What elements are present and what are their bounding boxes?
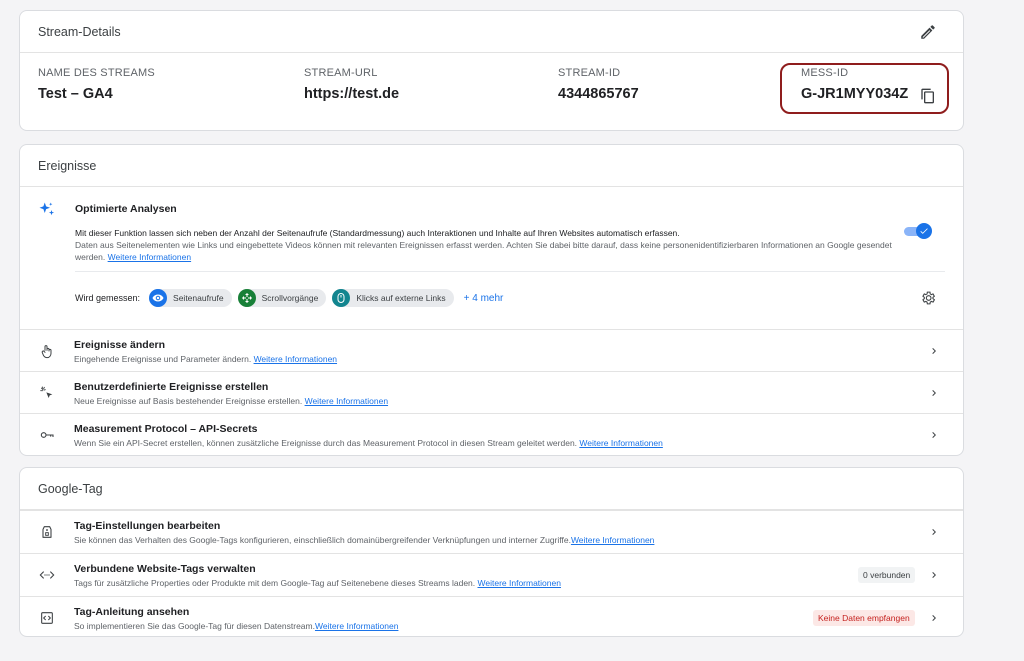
status-badge: 0 verbunden xyxy=(858,567,916,583)
copy-icon[interactable] xyxy=(920,87,936,105)
stream-id-field: STREAM-ID 4344865767 xyxy=(558,67,639,102)
chevron-right-icon xyxy=(932,615,936,621)
row-desc-text: Eingehende Ereignisse und Parameter ände… xyxy=(74,354,254,364)
chip-label: Klicks auf externe Links xyxy=(356,293,446,303)
row-title: Ereignisse ändern xyxy=(74,339,166,351)
learn-more-link[interactable]: Weitere Informationen xyxy=(305,396,388,406)
stream-details-card: Stream-Details NAME DES STREAMS Test – G… xyxy=(19,10,964,131)
row-desc: Tags für zusätzliche Properties oder Pro… xyxy=(74,578,561,588)
scroll-icon xyxy=(237,289,256,307)
learn-more-link[interactable]: Weitere Informationen xyxy=(254,354,337,364)
chip-label: Scrollvorgänge xyxy=(261,293,319,303)
row-title: Measurement Protocol – API-Secrets xyxy=(74,423,258,435)
chevron-right-icon xyxy=(932,432,936,438)
row-desc-text: So implementieren Sie das Google-Tag für… xyxy=(74,621,315,631)
card-title: Stream-Details xyxy=(38,24,121,39)
row-desc: Eingehende Ereignisse und Parameter ände… xyxy=(74,354,337,364)
chevron-right-icon xyxy=(932,572,936,578)
sparkle-cursor-icon xyxy=(40,386,53,398)
google-tag-card: Google-Tag Tag-Einstellungen bearbeiten … xyxy=(19,467,964,637)
enhanced-desc-primary: Mit dieser Funktion lassen sich neben de… xyxy=(75,228,680,238)
chevron-right-icon xyxy=(932,390,936,396)
stream-details-header: Stream-Details xyxy=(20,11,963,53)
code-box-icon xyxy=(41,612,53,624)
row-connected-tags[interactable]: Verbundene Website-Tags verwalten Tags f… xyxy=(20,553,963,596)
learn-more-link[interactable]: Weitere Informationen xyxy=(108,252,191,262)
row-desc-text: Neue Ereignisse auf Basis bestehender Er… xyxy=(74,396,305,406)
chip-outbound-clicks[interactable]: Klicks auf externe Links xyxy=(332,289,454,307)
stream-url-value: https://test.de xyxy=(304,86,400,102)
check-icon xyxy=(920,228,928,234)
row-desc-text: Sie können das Verhalten des Google-Tags… xyxy=(74,535,571,545)
row-api-secrets[interactable]: Measurement Protocol – API-Secrets Wenn … xyxy=(20,413,963,455)
touch-icon xyxy=(41,345,52,359)
more-link[interactable]: + 4 mehr xyxy=(464,293,504,304)
sparkle-icon xyxy=(39,202,55,216)
row-desc: Neue Ereignisse auf Basis bestehender Er… xyxy=(74,396,388,406)
row-desc: Sie können das Verhalten des Google-Tags… xyxy=(74,535,654,545)
mess-id-value: G-JR1MYY034Z xyxy=(801,86,909,102)
row-desc-text: Wenn Sie ein API-Secret erstellen, könne… xyxy=(74,438,580,448)
mouse-icon xyxy=(332,289,351,307)
chevron-right-icon xyxy=(932,529,936,535)
row-title: Tag-Einstellungen bearbeiten xyxy=(74,520,221,532)
row-create-events[interactable]: Benutzerdefinierte Ereignisse erstellen … xyxy=(20,371,963,413)
toggle-knob xyxy=(916,223,932,239)
chip-label: Seitenaufrufe xyxy=(173,293,224,303)
events-header: Ereignisse xyxy=(20,145,963,187)
row-title: Tag-Anleitung ansehen xyxy=(74,606,190,618)
edit-pencil-icon[interactable] xyxy=(919,23,937,41)
enhanced-title: Optimierte Analysen xyxy=(75,203,177,215)
row-desc: Wenn Sie ein API-Secret erstellen, könne… xyxy=(74,438,663,448)
chevron-right-icon xyxy=(932,348,936,354)
stream-name-value: Test – GA4 xyxy=(38,86,113,102)
mess-id-label: MESS-ID xyxy=(801,67,849,79)
learn-more-link[interactable]: Weitere Informationen xyxy=(571,535,654,545)
status-badge-warning: Keine Daten empfangen xyxy=(813,610,915,626)
stream-url-label: STREAM-URL xyxy=(304,67,378,79)
measured-list: Wird gemessen: Seitenaufrufe Scrollvorgä… xyxy=(75,289,503,307)
tag-icon xyxy=(42,526,52,538)
stream-name-label: NAME DES STREAMS xyxy=(38,67,155,79)
row-modify-events[interactable]: Ereignisse ändern Eingehende Ereignisse … xyxy=(20,329,963,371)
enhanced-toggle[interactable] xyxy=(904,223,934,239)
stream-url-field: STREAM-URL https://test.de xyxy=(304,67,399,102)
stream-id-value: 4344865767 xyxy=(558,86,639,102)
events-card: Ereignisse Optimierte Analysen Mit diese… xyxy=(19,144,964,456)
card-title: Google-Tag xyxy=(38,481,103,496)
learn-more-link[interactable]: Weitere Informationen xyxy=(478,578,561,588)
gear-icon[interactable] xyxy=(920,290,936,306)
stream-name-field: NAME DES STREAMS Test – GA4 xyxy=(38,67,155,102)
eye-icon xyxy=(149,289,168,307)
code-arrows-icon xyxy=(39,571,55,579)
row-tag-instructions[interactable]: Tag-Anleitung ansehen So implementieren … xyxy=(20,596,963,637)
measured-label: Wird gemessen: xyxy=(75,293,141,303)
row-tag-settings[interactable]: Tag-Einstellungen bearbeiten Sie können … xyxy=(20,510,963,553)
row-title: Benutzerdefinierte Ereignisse erstellen xyxy=(74,381,269,393)
stream-id-label: STREAM-ID xyxy=(558,67,621,79)
row-title: Verbundene Website-Tags verwalten xyxy=(74,563,256,575)
mess-id-field: MESS-ID G-JR1MYY034Z xyxy=(801,67,908,102)
row-desc: So implementieren Sie das Google-Tag für… xyxy=(74,621,398,631)
learn-more-link[interactable]: Weitere Informationen xyxy=(315,621,398,631)
google-tag-header: Google-Tag xyxy=(20,468,963,510)
enhanced-desc-secondary: Daten aus Seitenelementen wie Links und … xyxy=(75,239,905,263)
row-desc-text: Tags für zusätzliche Properties oder Pro… xyxy=(74,578,478,588)
key-icon xyxy=(40,432,54,438)
divider xyxy=(75,271,945,272)
chip-pageviews[interactable]: Seitenaufrufe xyxy=(149,289,232,307)
enhanced-desc-text: Daten aus Seitenelementen wie Links und … xyxy=(75,240,892,262)
card-title: Ereignisse xyxy=(38,158,97,173)
chip-scrolls[interactable]: Scrollvorgänge xyxy=(237,289,327,307)
learn-more-link[interactable]: Weitere Informationen xyxy=(579,438,662,448)
